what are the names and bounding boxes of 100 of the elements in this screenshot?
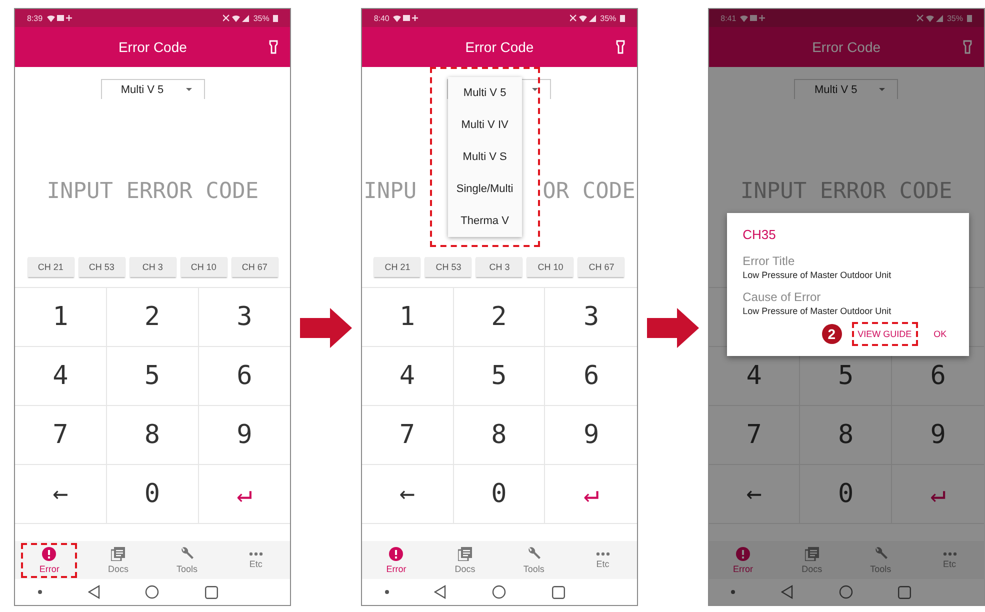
digit-key[interactable]: 0 (800, 465, 892, 524)
nav-tab[interactable]: Tools (159, 542, 216, 578)
nav-tab[interactable]: Error (368, 542, 424, 578)
field-label: Error Title (742, 254, 796, 268)
back-icon[interactable] (781, 585, 794, 599)
dot-icon (731, 590, 736, 594)
recents-icon[interactable] (204, 586, 218, 598)
recent-code-chip[interactable]: CH 53 (78, 257, 125, 277)
dialog-button[interactable]: OK (928, 322, 953, 346)
recent-code-chip[interactable]: CH 67 (578, 257, 624, 277)
step-number: 2 (822, 324, 842, 344)
status-time: 8:39 (27, 14, 43, 22)
wrench-icon (874, 546, 888, 560)
model-dropdown[interactable]: Multi V 5 (100, 79, 205, 99)
nav-tab[interactable]: Etc (574, 548, 631, 572)
screen-title: Error Code (465, 39, 534, 55)
signal-icons (223, 14, 250, 22)
recent-code-chip[interactable]: CH 3 (130, 257, 176, 277)
more-icon (248, 552, 263, 556)
digit-key[interactable]: 7 (708, 406, 800, 465)
digit-key[interactable]: 5 (106, 347, 199, 406)
recent-code-chip[interactable]: CH 21 (28, 257, 74, 277)
recents-icon[interactable] (552, 586, 565, 598)
backspace-key[interactable]: ← (708, 465, 800, 524)
nav-tab[interactable]: Docs (437, 542, 494, 578)
field-value: Low Pressure of Master Outdoor Unit (742, 306, 892, 316)
notification-icons (46, 14, 73, 22)
error-code-display: INPUT ERROR CODE (46, 179, 259, 206)
signal-icons (570, 14, 596, 22)
digit-key[interactable]: 1 (362, 288, 454, 347)
model-dropdown[interactable]: Multi V 5 (794, 79, 898, 99)
battery-icon (620, 14, 626, 22)
screen-title: Error Code (118, 39, 187, 55)
dialog-title: CH35 (742, 227, 777, 242)
backspace-key[interactable]: ← (15, 465, 107, 524)
digit-key[interactable]: 8 (800, 406, 892, 465)
arrow-icon (300, 308, 352, 348)
digit-key[interactable]: 8 (454, 406, 546, 465)
digit-key[interactable]: 8 (106, 406, 199, 465)
digit-key[interactable]: 4 (15, 347, 107, 406)
error-code-display: INPUT ERROR CODE (740, 179, 952, 206)
home-icon[interactable] (145, 585, 160, 599)
backspace-key[interactable]: ← (362, 465, 454, 524)
recent-code-chip[interactable]: CH 3 (476, 257, 522, 277)
alert-icon (736, 546, 750, 560)
nav-tab[interactable]: Docs (90, 542, 146, 578)
nav-tab[interactable]: Etc (228, 548, 284, 572)
documents-icon (458, 546, 472, 560)
wrench-icon (180, 546, 194, 560)
wrench-icon (526, 546, 541, 560)
arrow-icon (646, 308, 699, 348)
more-icon (942, 552, 957, 556)
flashlight-icon[interactable] (962, 40, 972, 54)
dropdown-option[interactable]: Multi V IV (448, 109, 522, 141)
home-icon[interactable] (492, 585, 506, 599)
digit-key[interactable]: 0 (454, 465, 546, 524)
digit-key[interactable]: 7 (362, 406, 454, 465)
back-icon[interactable] (88, 585, 100, 599)
digit-key[interactable]: 0 (106, 465, 199, 524)
dropdown-option[interactable]: Therma V (448, 205, 522, 237)
back-icon[interactable] (434, 585, 446, 599)
battery-icon (273, 14, 278, 22)
error-code-display: OR CODE (542, 179, 636, 206)
recent-code-chip[interactable]: CH 10 (527, 257, 574, 277)
screen-title: Error Code (812, 39, 881, 55)
recents-icon[interactable] (898, 586, 912, 598)
battery-icon (966, 14, 972, 22)
dropdown-option[interactable]: Multi V S (448, 141, 522, 173)
recent-code-chip[interactable]: CH 53 (425, 257, 472, 277)
documents-icon (111, 546, 126, 560)
digit-key[interactable]: 5 (454, 347, 546, 406)
nav-tab[interactable]: Tools (506, 542, 562, 578)
status-time: 8:40 (374, 14, 390, 22)
battery-level: 35% (600, 14, 616, 22)
status-time: 8:41 (720, 14, 736, 22)
recent-code-chip[interactable]: CH 67 (232, 257, 278, 277)
notification-icons (740, 14, 766, 22)
digit-key[interactable]: 4 (362, 347, 454, 406)
alert-icon (42, 546, 56, 560)
documents-icon (804, 546, 819, 560)
flashlight-icon[interactable] (616, 40, 626, 54)
dot-icon (38, 590, 42, 594)
digit-key[interactable]: 2 (106, 288, 199, 347)
notification-icons (393, 14, 420, 22)
flashlight-icon[interactable] (269, 40, 278, 54)
digit-key[interactable]: 7 (15, 406, 107, 465)
digit-key[interactable]: 1 (15, 288, 107, 347)
dialog-button[interactable]: VIEW GUIDE (852, 322, 918, 346)
recent-code-chip[interactable]: CH 10 (180, 257, 227, 277)
home-icon[interactable] (838, 585, 853, 599)
digit-key[interactable]: 2 (454, 288, 546, 347)
battery-level: 35% (253, 14, 270, 22)
field-value: Low Pressure of Master Outdoor Unit (742, 270, 892, 280)
signal-icons (916, 14, 943, 22)
dropdown-option[interactable]: Multi V 5 (448, 77, 522, 109)
dropdown-option[interactable]: Single/Multi (448, 173, 522, 205)
battery-level: 35% (946, 14, 963, 22)
recent-code-chip[interactable]: CH 21 (374, 257, 420, 277)
error-code-display: INPU (364, 179, 417, 206)
nav-tab[interactable]: Error (21, 542, 78, 578)
